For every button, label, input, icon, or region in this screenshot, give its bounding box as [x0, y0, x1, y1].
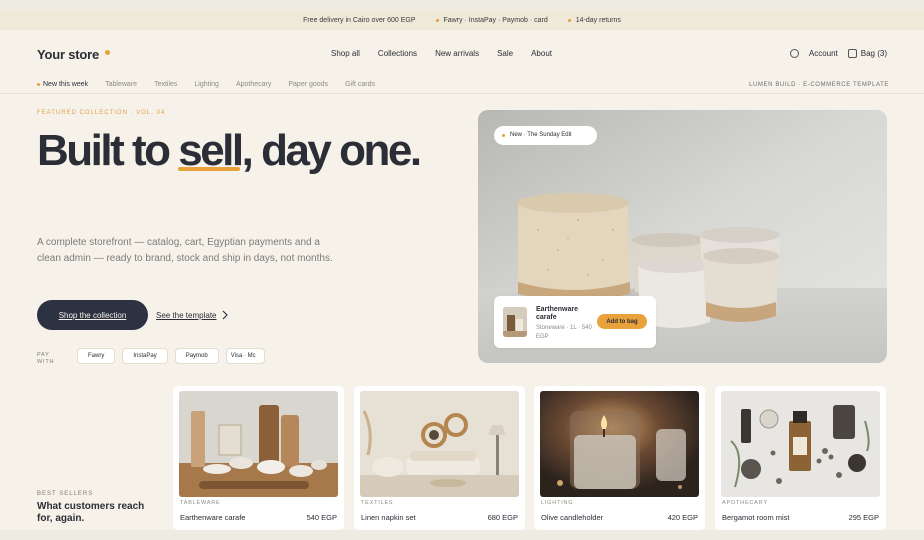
account-link[interactable]: Account [809, 49, 838, 58]
pay-with-label: PAY WITH [37, 352, 55, 365]
product-category: TEXTILES [361, 500, 394, 506]
search-icon[interactable] [789, 49, 799, 58]
category-lighting[interactable]: Lighting [194, 81, 219, 88]
see-template-label: See the template [156, 310, 217, 320]
hero-title-part: Built to [37, 126, 179, 175]
promo-delivery: Free delivery in Cairo over 600 EGP [303, 16, 416, 24]
bullet-icon [567, 18, 571, 22]
category-label: New this week [43, 81, 89, 88]
product-name: Earthenware carafe [536, 306, 579, 321]
main-nav: Shop all Collections New arrivals Sale A… [331, 49, 552, 58]
category-apothecary[interactable]: Apothecary [236, 81, 271, 88]
product-name: Olive candleholder [541, 513, 604, 522]
product-card[interactable]: TABLEWARE Earthenware carafe 540 EGP [173, 386, 344, 530]
shop-collection-button[interactable]: Shop the collection [37, 300, 148, 330]
nav-sale[interactable]: Sale [497, 49, 513, 58]
product-category: TABLEWARE [180, 500, 221, 506]
product-category: LIGHTING [541, 500, 574, 506]
header-utilities: Account Bag (3) [789, 49, 887, 58]
category-new-this-week[interactable]: New this week [37, 81, 88, 88]
product-card[interactable]: APOTHECARY Bergamot room mist 295 EGP [715, 386, 886, 530]
product-name: Earthenware carafe [180, 513, 246, 522]
category-gift-cards[interactable]: Gift cards [345, 81, 375, 88]
bag-label: Bag (3) [860, 49, 887, 58]
hero-title-part: , day one. [241, 126, 422, 175]
category-bar: New this week Tableware Textiles Lightin… [0, 78, 924, 94]
top-strip [0, 0, 924, 10]
badge-label: New · The Sunday Edit [510, 132, 572, 138]
hero-description: A complete storefront — catalog, cart, E… [37, 237, 333, 264]
product-price: 680 EGP [487, 513, 518, 522]
hero-eyebrow: FEATURED COLLECTION · VOL. 04 [37, 110, 166, 116]
category-list: New this week Tableware Textiles Lightin… [37, 81, 375, 88]
product-name: Linen napkin set [361, 513, 416, 522]
hero-title: Built to sell, day one. [37, 126, 422, 176]
payment-methods: Fawry InstaPay Paymob Visa · Mc [77, 348, 265, 364]
payment-chip-fawry: Fawry [77, 348, 116, 364]
logo[interactable]: Your store [37, 47, 111, 62]
payment-chip-visa-mc: Visa · Mc [225, 348, 265, 364]
product-price: 295 EGP [848, 513, 879, 522]
bottom-strip [0, 530, 924, 540]
bag-icon [847, 49, 857, 58]
product-card[interactable]: TEXTILES Linen napkin set 680 EGP [354, 386, 525, 530]
active-dot-icon [37, 83, 40, 86]
product-image-textiles [360, 391, 519, 497]
nav-collections[interactable]: Collections [378, 49, 417, 58]
product-meta: Stoneware · 1L · 540 EGP [536, 325, 592, 340]
nav-shop-all[interactable]: Shop all [331, 49, 360, 58]
product-price: 420 EGP [667, 513, 698, 522]
promo-payments: Fawry · InstaPay · Paymob · card [443, 16, 548, 24]
bestsellers-title: What customers reach for, again. [37, 501, 145, 524]
promo-payments-group: Fawry · InstaPay · Paymob · card [435, 16, 548, 24]
bestsellers-eyebrow: BEST SELLERS [37, 491, 94, 497]
promo-returns: 14-day returns [575, 16, 621, 24]
add-to-bag-button[interactable]: Add to bag [597, 314, 647, 329]
product-category: APOTHECARY [722, 500, 768, 506]
promo-bar: Free delivery in Cairo over 600 EGP Fawr… [0, 10, 924, 30]
product-image-tableware [179, 391, 338, 497]
product-name: Bergamot room mist [722, 513, 790, 522]
hero-title-highlight: sell [178, 126, 244, 175]
category-paper-goods[interactable]: Paper goods [288, 81, 328, 88]
product-image-apothecary [721, 391, 880, 497]
bag-button[interactable]: Bag (3) [847, 49, 887, 58]
product-price: 540 EGP [306, 513, 337, 522]
logo-dot-icon [105, 50, 111, 55]
nav-new-arrivals[interactable]: New arrivals [435, 49, 479, 58]
logo-text: Your store [37, 47, 100, 62]
bullet-icon [435, 18, 439, 22]
product-thumbnail [503, 307, 527, 337]
nav-about[interactable]: About [531, 49, 552, 58]
new-edit-badge: New · The Sunday Edit [494, 126, 597, 145]
payment-chip-instapay: InstaPay [122, 348, 168, 364]
payment-chip-paymob: Paymob [174, 348, 219, 364]
chevron-right-icon [223, 310, 229, 320]
product-image-lighting [540, 391, 699, 497]
category-textiles[interactable]: Textiles [154, 81, 177, 88]
product-card[interactable]: LIGHTING Olive candleholder 420 EGP [534, 386, 705, 530]
site-header: Your store Shop all Collections New arri… [0, 30, 924, 78]
promo-returns-group: 14-day returns [567, 16, 621, 24]
category-tableware[interactable]: Tableware [105, 81, 137, 88]
see-template-link[interactable]: See the template [156, 310, 229, 320]
storefront-page: Free delivery in Cairo over 600 EGP Fawr… [0, 0, 924, 540]
template-label: LUMEN BUILD · E-COMMERCE TEMPLATE [749, 82, 889, 88]
badge-dot-icon [502, 134, 505, 137]
featured-product-card: Earthenware carafe Stoneware · 1L · 540 … [494, 296, 656, 348]
